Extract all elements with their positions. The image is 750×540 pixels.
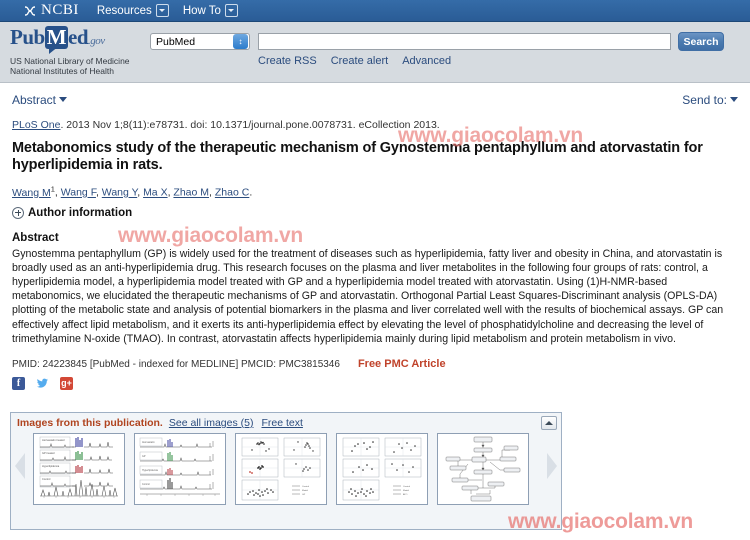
svg-text:Atorvastatin treated: Atorvastatin treated (42, 438, 65, 442)
author-name[interactable]: Zhao C (215, 187, 249, 199)
author-information-label: Author information (28, 206, 133, 219)
thumbnail-nmr-spectra-stacked[interactable]: Atorvastatin treated GP treated Hyperlipi… (33, 433, 125, 505)
ncbi-top-bar: NCBI Resources How To (0, 0, 750, 22)
search-band: PubMed.gov US National Library of Medici… (0, 22, 750, 83)
pmid-text: PMID: 24223845 [PubMed - indexed for MED… (12, 358, 340, 370)
svg-text:Control: Control (142, 483, 150, 486)
free-text-link[interactable]: Free text (261, 417, 302, 429)
thumbnail-scatter-panels[interactable]: Control Model GP (235, 433, 327, 505)
pubmed-word-gov: .gov (88, 35, 105, 47)
svg-text:Hyperlipidemia: Hyperlipidemia (42, 464, 60, 468)
see-all-images-link[interactable]: See all images (5) (169, 417, 254, 429)
chevron-down-icon (730, 97, 738, 102)
display-format-label: Abstract (12, 93, 57, 107)
journal-link[interactable]: PLoS One (12, 119, 60, 131)
nav-how-to-label: How To (182, 4, 221, 17)
ncbi-wordmark[interactable]: NCBI (41, 2, 79, 19)
abstract-text: Gynostemma pentaphyllum (GP) is widely u… (12, 247, 724, 345)
author-name[interactable]: Ma X (143, 187, 168, 199)
search-sublinks: Create RSS Create alert Advanced (258, 55, 465, 67)
tagline-line-1: US National Library of Medicine (10, 56, 130, 66)
pmid-line: PMID: 24223845 [PubMed - indexed for MED… (12, 358, 738, 370)
author-name[interactable]: Wang Y (102, 187, 137, 199)
send-to-dropdown[interactable]: Send to: (682, 93, 738, 107)
pubmed-word-ed: ed (68, 25, 89, 49)
images-panel-header: Images from this publication. See all ima… (11, 413, 561, 431)
citation-details: . 2013 Nov 1;8(11):e78731. doi: 10.1371/… (60, 119, 440, 131)
display-format-dropdown[interactable]: Abstract (12, 93, 68, 107)
free-pmc-article-link[interactable]: Free PMC Article (358, 358, 446, 370)
author-information-toggle[interactable]: Author information (12, 206, 738, 219)
author-name[interactable]: Wang F (61, 187, 96, 199)
author-affiliation-marker[interactable]: 1 (51, 184, 55, 193)
thumbnail-pathway-diagram[interactable] (437, 433, 529, 505)
ncbi-logo-icon[interactable] (22, 3, 38, 19)
thumbnail-scatter-panels-2[interactable]: Control Model ATO (336, 433, 428, 505)
svg-text:Control: Control (302, 485, 310, 488)
send-to-label: Send to: (682, 93, 727, 107)
chevron-down-icon (59, 97, 68, 102)
author-name[interactable]: Wang M (12, 187, 51, 199)
search-input[interactable] (258, 33, 671, 50)
svg-text:GP treated: GP treated (42, 451, 55, 455)
thumbnail-nmr-spectra-small[interactable]: Atorvastatin GP Hyperlipidemia Control (134, 433, 226, 505)
collapse-icon[interactable] (541, 416, 557, 430)
images-panel-title: Images from this publication. (17, 417, 163, 429)
create-alert-link[interactable]: Create alert (331, 55, 388, 67)
database-select-value: PubMed (156, 36, 196, 48)
author-name[interactable]: Zhao M (173, 187, 209, 199)
thumbnail-strip: Atorvastatin treated GP treated Hyperlipi… (11, 431, 561, 505)
next-arrow-icon[interactable] (547, 453, 557, 479)
abstract-heading: Abstract (12, 231, 59, 244)
chevron-down-icon (224, 4, 238, 17)
pubmed-bubble-icon: M (44, 25, 69, 54)
svg-text:Model: Model (403, 490, 409, 492)
select-spinner-icon: ↕ (233, 34, 248, 49)
page-title: Metabonomics study of the therapeutic me… (12, 140, 703, 173)
svg-text:Atorvastatin: Atorvastatin (142, 441, 155, 444)
author-item[interactable]: Wang M1 (12, 184, 55, 199)
tagline-line-2: National Institutes of Health (10, 66, 114, 76)
prev-arrow-icon[interactable] (15, 453, 25, 479)
nav-resources[interactable]: Resources (97, 4, 169, 17)
advanced-search-link[interactable]: Advanced (402, 55, 451, 67)
search-button[interactable]: Search (678, 32, 724, 51)
create-rss-link[interactable]: Create RSS (258, 55, 317, 67)
plus-circle-icon (12, 206, 24, 219)
svg-text:Control: Control (42, 477, 51, 481)
svg-text:ATO: ATO (403, 493, 408, 496)
svg-text:Model: Model (302, 490, 308, 492)
pubmed-wordmark: PubMed.gov (10, 25, 105, 54)
social-share-row: f g+ (12, 376, 738, 390)
svg-text:GP: GP (302, 494, 306, 496)
author-list: Wang M1, Wang F, Wang Y, Ma X, Zhao M, Z… (12, 184, 253, 199)
nav-resources-label: Resources (96, 4, 152, 17)
article-content: Abstract Send to: PLoS One. 2013 Nov 1;8… (0, 83, 750, 390)
pubmed-logo[interactable]: PubMed.gov US National Library of Medici… (10, 26, 150, 76)
display-toolbar: Abstract Send to: (12, 83, 738, 111)
twitter-icon[interactable] (36, 377, 49, 390)
facebook-icon[interactable]: f (12, 376, 25, 390)
svg-text:GP: GP (142, 455, 146, 458)
citation-line: PLoS One. 2013 Nov 1;8(11):e78731. doi: … (12, 119, 738, 132)
nav-how-to[interactable]: How To (183, 4, 238, 17)
database-select[interactable]: PubMed ↕ (150, 33, 250, 50)
svg-text:Hyperlipidemia: Hyperlipidemia (142, 469, 158, 472)
pubmed-word-pub: Pub (10, 25, 45, 49)
chevron-down-icon (155, 4, 169, 17)
googleplus-icon[interactable]: g+ (60, 376, 73, 390)
images-from-publication-panel: Images from this publication. See all ima… (10, 412, 562, 530)
pubmed-tagline: US National Library of Medicine National… (10, 56, 150, 76)
svg-text:Control: Control (403, 485, 411, 488)
